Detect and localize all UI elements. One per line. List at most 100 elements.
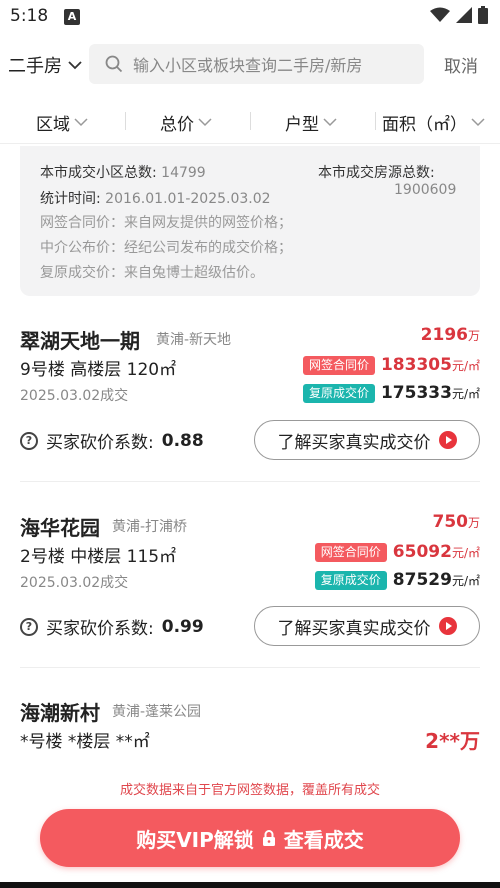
- chevron-down-icon: [323, 118, 337, 127]
- listing-total-price: 750万: [432, 512, 480, 532]
- wifi-icon: [430, 7, 450, 22]
- contract-price-row: 网签合同价 65092元/㎡: [314, 542, 480, 562]
- divider: [20, 481, 480, 482]
- vip-button-left-label: 购买VIP解锁: [136, 827, 254, 852]
- bargain-coefficient: ? 买家砍价系数: 0.88: [20, 428, 204, 453]
- status-time: 5:18: [10, 6, 49, 26]
- status-bar: 5:18 A: [0, 0, 500, 34]
- listing-spec: *号楼 *楼层 **㎡: [20, 732, 150, 752]
- price-unit: 元/㎡: [451, 546, 480, 560]
- cancel-button[interactable]: 取消: [444, 52, 478, 77]
- total-price-value: 750: [432, 512, 468, 532]
- real-price-button[interactable]: 了解买家真实成交价: [254, 420, 480, 460]
- restored-price-row: 复原成交价 87529元/㎡: [314, 570, 480, 590]
- navigation-bar: [0, 882, 500, 888]
- contract-price-row: 网签合同价 183305元/㎡: [302, 355, 480, 375]
- divider: [20, 667, 480, 668]
- listing-name: 海华花园: [20, 516, 100, 540]
- coef-value: 0.88: [161, 430, 204, 451]
- chevron-down-icon: [68, 61, 82, 70]
- price-unit: 元/㎡: [451, 387, 480, 401]
- community-count: 本市成交小区总数: 14799: [40, 162, 206, 182]
- real-price-button-label: 了解买家真实成交价: [277, 618, 431, 639]
- contract-unit-price: 183305元/㎡: [381, 355, 480, 375]
- search-input[interactable]: 输入小区或板块查询二手房/新房: [89, 44, 424, 84]
- house-type-label: 二手房: [8, 56, 62, 77]
- listing-district: 黄浦-蓬莱公园: [112, 704, 202, 720]
- listing-spec: 2号楼 中楼层 115㎡: [20, 547, 177, 567]
- contract-price-value: 183305: [380, 355, 452, 375]
- restored-price-tag: 复原成交价: [314, 570, 387, 590]
- contract-price-value: 65092: [392, 542, 452, 562]
- filter-divider: [125, 112, 126, 130]
- listing-date: 2025.03.02成交: [20, 388, 129, 404]
- battery-icon: [478, 6, 488, 24]
- listing-count-value: 1900609: [394, 182, 457, 198]
- listing-item-locked[interactable]: 海潮新村 黄浦-蓬莱公园 *号楼 *楼层 **㎡ 2**万: [20, 697, 480, 757]
- period-value: 2016.01.01-2025.03.02: [105, 191, 271, 207]
- contract-price-tag: 网签合同价: [302, 355, 375, 375]
- listing-district: 黄浦-打浦桥: [112, 519, 188, 535]
- help-icon[interactable]: ?: [20, 617, 38, 636]
- chevron-down-icon: [74, 118, 88, 127]
- real-price-button[interactable]: 了解买家真实成交价: [254, 606, 480, 646]
- period-label: 统计时间:: [40, 191, 101, 207]
- listing-date: 2025.03.02成交: [20, 575, 129, 591]
- lock-icon: [262, 830, 275, 846]
- status-icons: [430, 6, 488, 24]
- restored-price-tag: 复原成交价: [302, 383, 375, 403]
- listing-item[interactable]: 翠湖天地一期 黄浦-新天地 2196万 9号楼 高楼层 120㎡ 2025.03…: [20, 325, 480, 465]
- signal-icon: [456, 7, 472, 23]
- play-icon: [438, 617, 457, 635]
- note-contract-price: 网签合同价：来自网友提供的网签价格；: [40, 215, 292, 231]
- filter-layout-label: 户型: [285, 115, 319, 135]
- total-price-unit: 万: [467, 516, 480, 530]
- price-unit: 元/㎡: [451, 359, 480, 373]
- listing-total-price: 2196万: [421, 325, 480, 345]
- filter-area[interactable]: 面积（㎡）: [382, 110, 485, 135]
- filter-layout[interactable]: 户型: [285, 110, 337, 135]
- bargain-coefficient: ? 买家砍价系数: 0.99: [20, 614, 204, 639]
- listing-spec: 9号楼 高楼层 120㎡: [20, 360, 177, 380]
- vip-unlock-button[interactable]: 购买VIP解锁 查看成交: [40, 809, 460, 867]
- filter-region[interactable]: 区域: [36, 110, 88, 135]
- chevron-down-icon: [198, 118, 212, 127]
- filter-bar: 区域 总价 户型 面积（㎡）: [0, 100, 500, 144]
- community-count-value: 14799: [161, 165, 206, 181]
- contract-unit-price: 65092元/㎡: [393, 542, 480, 562]
- note-agent-price: 中介公布价：经纪公司发布的成交价格；: [40, 240, 292, 256]
- search-row: 二手房 输入小区或板块查询二手房/新房 取消: [0, 42, 500, 86]
- community-count-label: 本市成交小区总数:: [40, 165, 157, 181]
- restored-unit-price: 175333元/㎡: [381, 383, 480, 403]
- restored-price-value: 87529: [392, 570, 452, 590]
- help-icon[interactable]: ?: [20, 431, 38, 450]
- note-restored-price: 复原成交价：来自兔博士超级估价。: [40, 265, 264, 281]
- vip-button-right-label: 查看成交: [283, 827, 364, 852]
- play-icon: [438, 431, 457, 449]
- coef-label: 买家砍价系数:: [46, 619, 154, 639]
- filter-region-label: 区域: [36, 115, 70, 135]
- data-source-note: 成交数据来自于官方网签数据，覆盖所有成交: [119, 783, 380, 798]
- listing-item[interactable]: 海华花园 黄浦-打浦桥 750万 2号楼 中楼层 115㎡ 2025.03.02…: [20, 512, 480, 652]
- period: 统计时间: 2016.01.01-2025.03.02: [40, 188, 271, 208]
- chevron-down-icon: [471, 118, 485, 127]
- search-placeholder: 输入小区或板块查询二手房/新房: [133, 56, 363, 75]
- listing-district: 黄浦-新天地: [156, 332, 232, 348]
- total-price-unit: 万: [467, 329, 480, 343]
- restored-price-value: 175333: [380, 383, 452, 403]
- coef-value: 0.99: [161, 616, 204, 637]
- search-icon: [105, 55, 123, 73]
- restored-unit-price: 87529元/㎡: [393, 570, 480, 590]
- total-price-value: 2196: [420, 325, 468, 345]
- stats-info-box: 本市成交小区总数: 14799 本市成交房源总数: 1900609 统计时间: …: [20, 146, 480, 296]
- listing-count-label: 本市成交房源总数:: [318, 165, 435, 181]
- filter-price[interactable]: 总价: [160, 110, 212, 135]
- real-price-button-label: 了解买家真实成交价: [277, 432, 431, 453]
- restored-price-row: 复原成交价 175333元/㎡: [302, 383, 480, 403]
- contract-price-tag: 网签合同价: [314, 542, 387, 562]
- filter-price-label: 总价: [160, 115, 194, 135]
- coef-label: 买家砍价系数:: [46, 433, 154, 453]
- price-unit: 元/㎡: [451, 574, 480, 588]
- filter-divider: [375, 112, 376, 130]
- house-type-dropdown[interactable]: 二手房: [8, 52, 82, 78]
